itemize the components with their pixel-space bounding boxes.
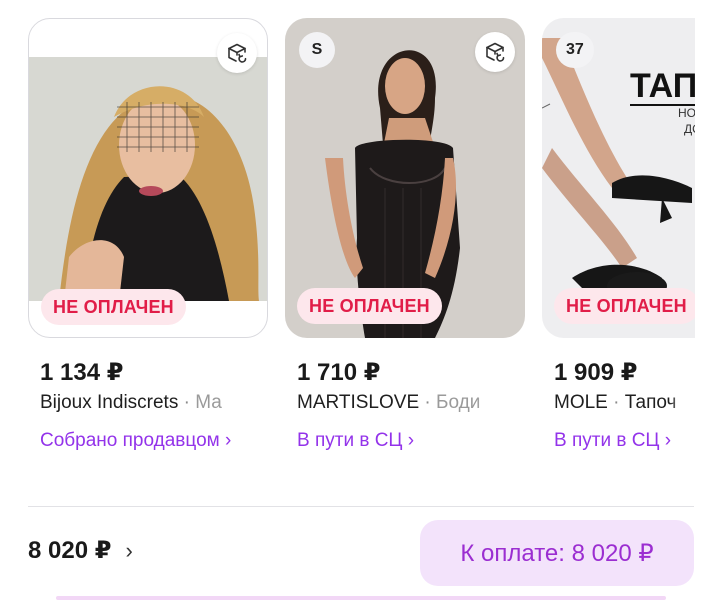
product-image[interactable]: 37 ТАПО НО ДО НЕ ОПЛАЧЕН xyxy=(542,18,695,338)
return-box-icon[interactable] xyxy=(475,32,515,72)
delivery-status-link[interactable]: В пути в СЦ › xyxy=(297,426,497,456)
title-separator: · xyxy=(178,392,196,413)
title-separator: · xyxy=(607,392,625,413)
order-total[interactable]: 8 020 ₽ › xyxy=(28,536,133,565)
total-amount: 8 020 ₽ xyxy=(28,537,112,564)
order-items-carousel: НЕ ОПЛАЧЕН 1 134 ₽ Bijoux Indiscrets · М… xyxy=(0,0,695,500)
order-item-card[interactable]: НЕ ОПЛАЧЕН 1 134 ₽ Bijoux Indiscrets · М… xyxy=(28,18,268,451)
item-name: Боди xyxy=(436,392,481,413)
item-name: Тапоч xyxy=(624,392,677,413)
order-item-card[interactable]: S НЕ ОПЛАЧЕН 1 710 ₽ MARTISLOVE · Боди В… xyxy=(285,18,525,451)
chevron-right-icon: › xyxy=(125,537,133,563)
delivery-status-link[interactable]: В пути в СЦ › xyxy=(554,426,695,456)
product-image[interactable]: НЕ ОПЛАЧЕН xyxy=(28,18,268,338)
status-badge: НЕ ОПЛАЧЕН xyxy=(554,288,695,324)
footer-divider xyxy=(28,506,694,507)
order-item-card[interactable]: 37 ТАПО НО ДО НЕ ОПЛАЧЕН 1 909 ₽ MOLE · … xyxy=(542,18,695,451)
title-separator: · xyxy=(419,392,437,413)
status-badge: НЕ ОПЛАЧЕН xyxy=(41,289,186,325)
item-name: Ма xyxy=(195,392,222,413)
item-price: 1 710 ₽ xyxy=(297,359,381,386)
size-chip: S xyxy=(299,32,335,68)
pay-button[interactable]: К оплате: 8 020 ₽ xyxy=(420,520,694,586)
item-brand: Bijoux Indiscrets xyxy=(40,392,179,413)
return-box-icon[interactable] xyxy=(217,33,257,73)
promo-headline: ТАПО xyxy=(630,68,695,106)
item-title: MOLE · Тапоч xyxy=(554,392,694,414)
item-price: 1 909 ₽ xyxy=(554,359,638,386)
item-brand: MOLE xyxy=(554,392,608,413)
product-photo xyxy=(29,57,267,301)
status-badge: НЕ ОПЛАЧЕН xyxy=(297,288,442,324)
item-brand: MARTISLOVE xyxy=(297,392,420,413)
delivery-status-link[interactable]: Собрано продавцом › xyxy=(40,426,240,456)
size-chip: 37 xyxy=(556,32,594,68)
item-price: 1 134 ₽ xyxy=(40,359,124,386)
product-image[interactable]: S НЕ ОПЛАЧЕН xyxy=(285,18,525,338)
promo-line-2: ДО xyxy=(684,122,695,136)
bottom-accent-bar xyxy=(56,596,666,600)
promo-line-1: НО xyxy=(678,106,695,120)
item-title: MARTISLOVE · Боди xyxy=(297,392,515,414)
item-title: Bijoux Indiscrets · Ма xyxy=(40,392,258,414)
